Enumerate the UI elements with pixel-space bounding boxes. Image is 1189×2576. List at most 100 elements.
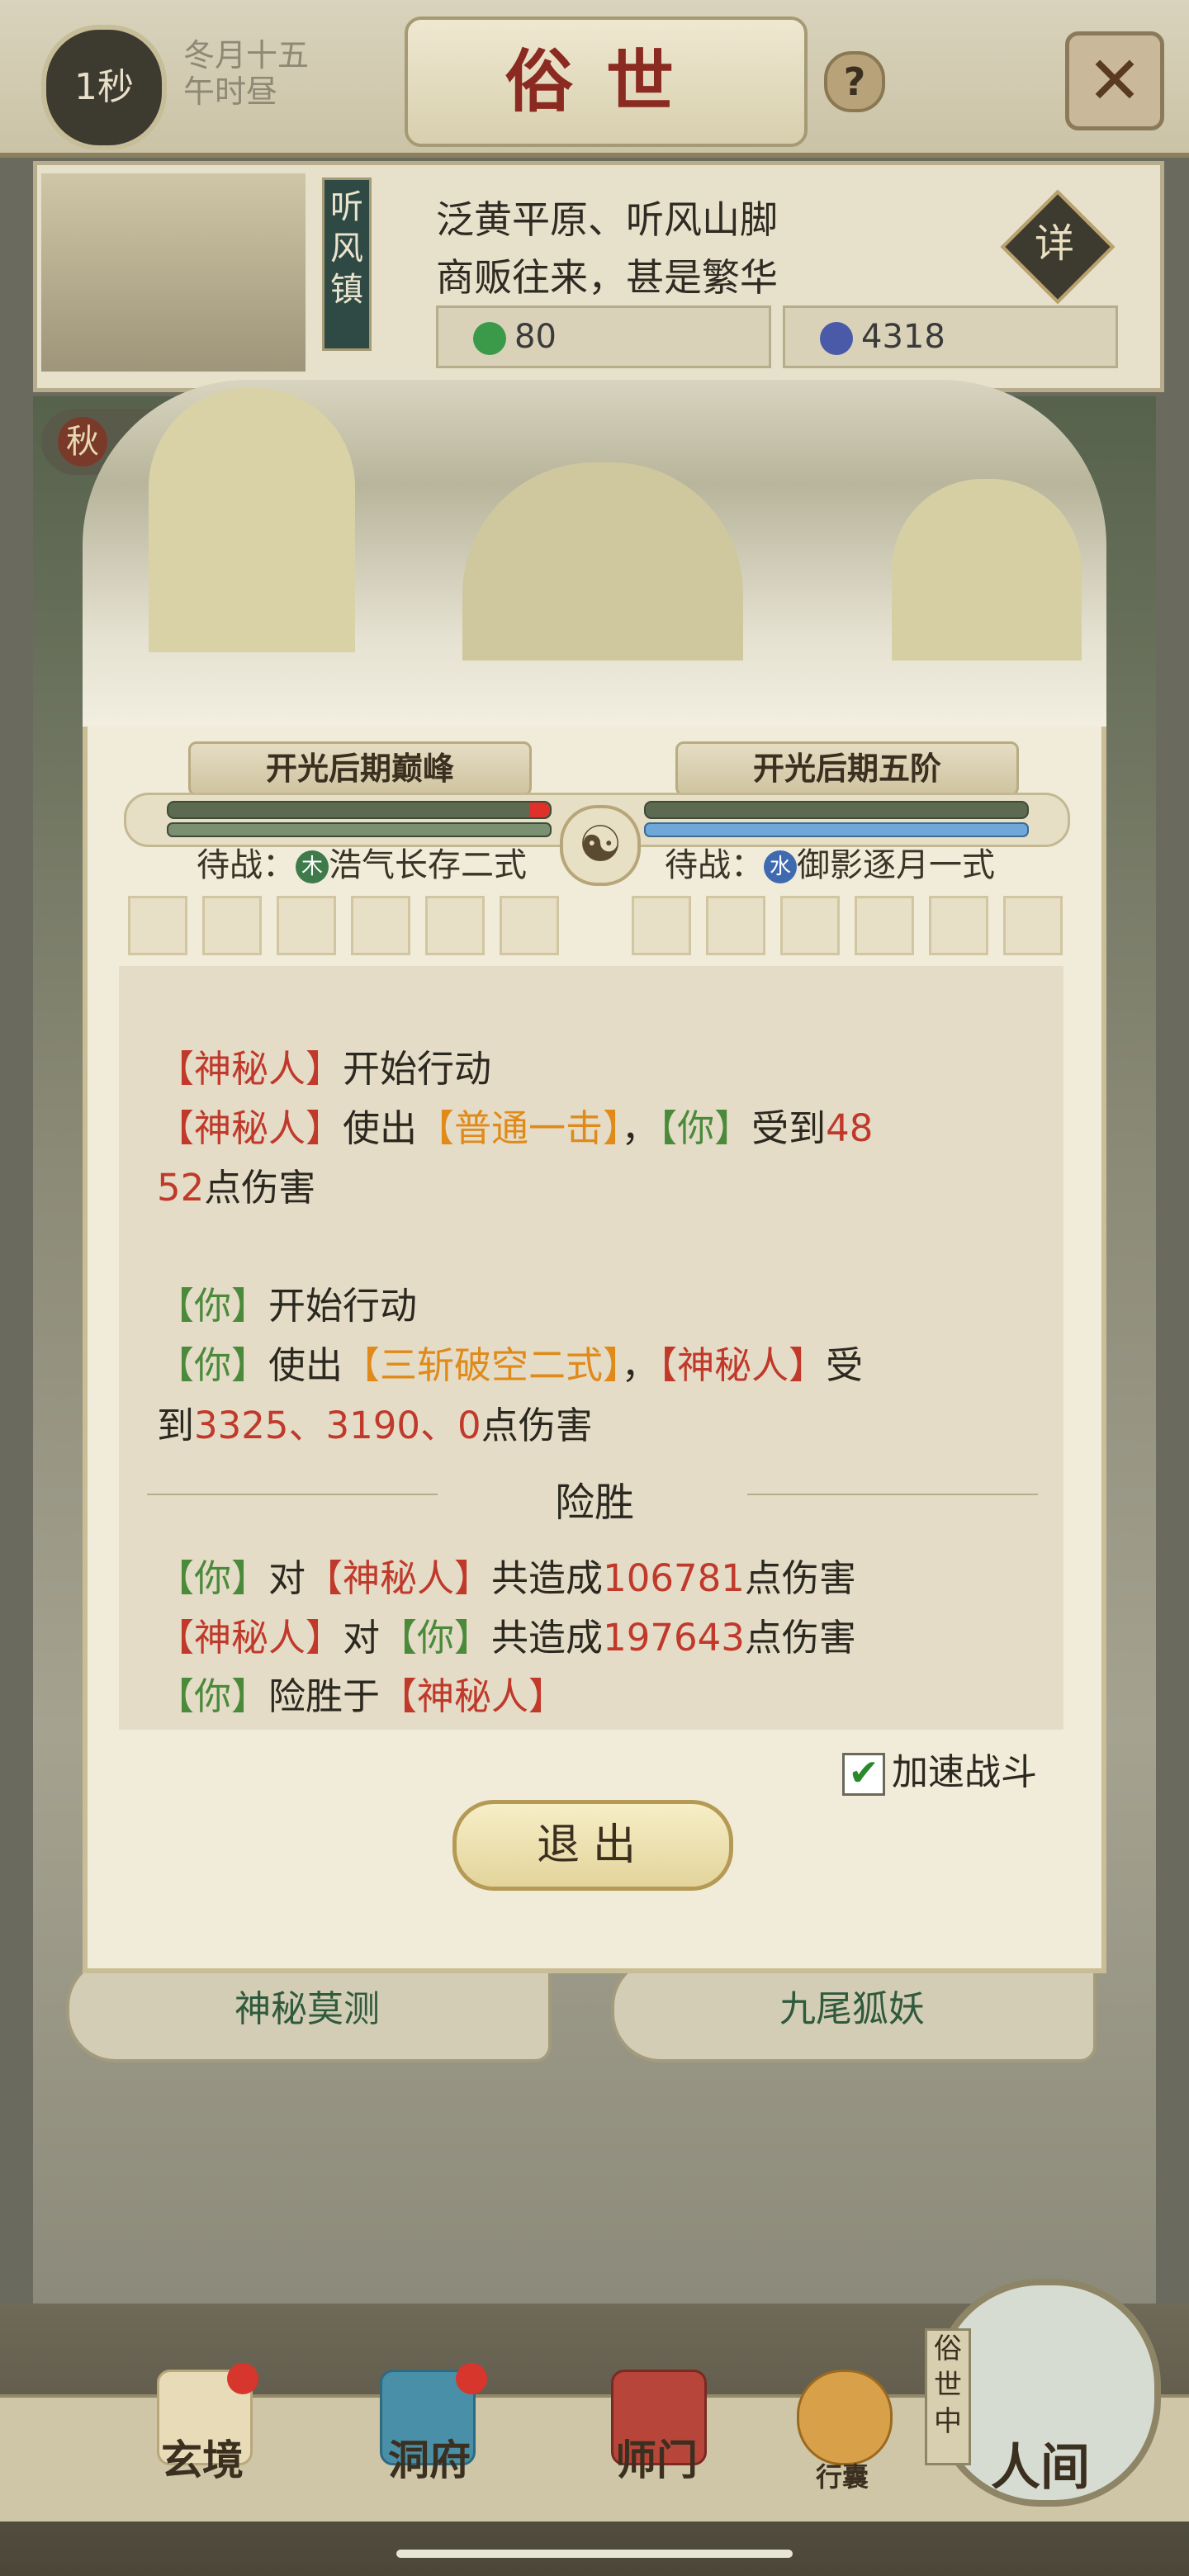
water-element-icon: 水 [764,850,797,883]
right-pending-skill: 待战：水御影逐月一式 [665,838,995,886]
log-text: ， [621,1106,659,1150]
page-title: 俗世 [405,17,808,147]
location-name: 听风镇 [322,178,372,351]
resource-stone: 4318 [783,305,1118,368]
damage-value: 197643 [603,1616,745,1660]
left-skill-slot[interactable] [202,896,262,955]
right-skill-slot[interactable] [855,896,914,955]
log-text: 开始行动 [268,1284,418,1328]
right-skill-slot[interactable] [706,896,765,955]
left-fighter-name: 开光后期巅峰 [188,741,532,796]
right-hp-fill [646,803,1027,817]
left-mp-bar [167,822,552,837]
right-skill-slot[interactable] [632,896,691,955]
nav-dongfu[interactable]: 洞府 [367,2427,491,2487]
log-text: 到 [157,1404,195,1447]
log-text: 受 [826,1343,864,1387]
actor-name: 【神秘人】 [658,1343,827,1387]
left-pending-skill: 待战：木浩气长存二式 [197,838,527,886]
log-text: 险胜于 [268,1674,381,1718]
resource-stone-value: 4318 [861,318,945,356]
right-hp-bar [644,801,1029,819]
nav-xingnang[interactable]: 行囊 [780,2456,904,2494]
log-line: 【你】使出【三斩破空二式】，【神秘人】受 [157,1335,863,1389]
log-text: 共造成 [491,1616,604,1660]
current-location-tag: 俗世中 [925,2328,971,2465]
checkbox-icon[interactable]: ✔ [842,1753,885,1796]
log-line: 【你】开始行动 [157,1276,417,1329]
actor-name: 【神秘人】 [157,1616,343,1660]
stone-icon [820,322,853,355]
bag-icon[interactable] [797,2370,893,2465]
divider [747,1494,1038,1495]
left-skill-slot[interactable] [425,896,485,955]
notification-dot [456,2363,487,2394]
right-skill-slot[interactable] [929,896,988,955]
home-indicator[interactable] [396,2550,793,2558]
summary-line: 【你】险胜于【神秘人】 [157,1666,566,1720]
right-mp-bar [644,822,1029,837]
left-skill-slot[interactable] [277,896,336,955]
log-line: 到3325、3190、0点伤害 [157,1395,593,1449]
log-text: 共造成 [491,1556,604,1600]
damage-value: 48 [826,1106,874,1150]
help-button[interactable]: ? [824,51,885,112]
wood-element-icon: 木 [296,850,329,883]
actor-name: 【你】 [658,1106,752,1150]
left-hp-fill [168,803,550,817]
log-text: 开始行动 [343,1047,492,1091]
actor-name: 【你】 [157,1343,269,1387]
mountain-peak [892,479,1082,661]
close-button[interactable]: ✕ [1065,31,1164,130]
log-line: 【神秘人】开始行动 [157,1039,491,1092]
log-text: 受到 [751,1106,827,1150]
actor-name: 【神秘人】 [380,1674,566,1718]
location-desc-2: 商贩往来，甚是繁华 [436,255,778,300]
resource-spirit: 80 [436,305,771,368]
log-text: 对 [268,1556,306,1600]
left-skill-name: 浩气长存二式 [329,846,527,884]
actor-name: 【神秘人】 [157,1047,343,1091]
right-skill-slot[interactable] [780,896,840,955]
actor-name: 【你】 [157,1556,269,1600]
location-desc-1: 泛黄平原、听风山脚 [436,197,778,242]
skill-name: 【三斩破空二式】 [343,1343,622,1387]
timer-badge[interactable]: 1秒 [41,25,167,150]
notification-dot [227,2363,258,2394]
time-line: 午时昼 [183,73,278,110]
resource-spirit-value: 80 [514,318,557,356]
divider [147,1494,438,1495]
left-skill-slot[interactable] [351,896,410,955]
left-pending-label: 待战： [197,846,296,884]
close-icon: ✕ [1087,42,1143,119]
log-text: ， [621,1343,659,1387]
log-text: 点伤害 [744,1556,856,1600]
log-text: 点伤害 [204,1166,316,1210]
right-skill-name: 御影逐月一式 [797,846,995,884]
actor-name: 【你】 [157,1674,269,1718]
right-fighter-name: 开光后期五阶 [675,741,1019,796]
left-skill-slot[interactable] [128,896,187,955]
log-text: 使出 [268,1343,343,1387]
actor-name: 【你】 [380,1616,492,1660]
exit-button[interactable]: 退出 [452,1800,733,1891]
event-card-left-label: 神秘莫测 [234,1988,380,2030]
skill-name: 【普通一击】 [417,1106,622,1150]
right-pending-label: 待战： [665,846,764,884]
event-card-right-label: 九尾狐妖 [779,1988,925,2030]
right-skill-slot[interactable] [1003,896,1063,955]
actor-name: 【你】 [157,1284,269,1328]
nav-shimen[interactable]: 师门 [594,2427,718,2487]
speed-up-label: 加速战斗 [892,1751,1037,1793]
speed-up-toggle[interactable]: ✔ 加速战斗 [842,1742,1037,1796]
autumn-badge: 秋 [58,417,107,466]
log-text: 使出 [343,1106,418,1150]
damage-value: 3325、3190、0 [194,1404,481,1447]
battle-result: 险胜 [554,1480,634,1526]
detail-label: 详 [1034,220,1074,267]
nav-xuanjing[interactable]: 玄境 [140,2427,264,2487]
spirit-icon [473,322,506,355]
damage-value: 106781 [603,1556,745,1600]
log-text: 点伤害 [744,1616,856,1660]
left-skill-slot[interactable] [500,896,559,955]
